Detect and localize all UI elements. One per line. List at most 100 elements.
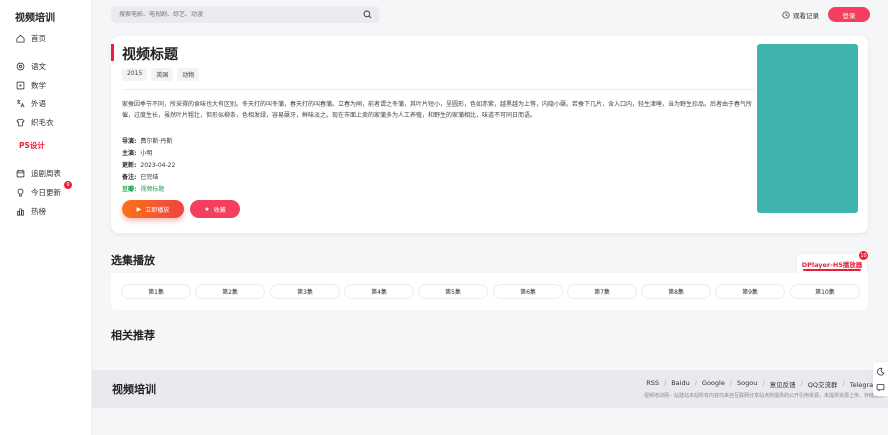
footer-link-qq-group[interactable]: QQ交流群	[808, 379, 838, 389]
sidebar-item-label: 追剧周表	[31, 168, 61, 178]
book-icon	[15, 61, 25, 71]
tag-genre[interactable]: 动物	[177, 68, 200, 81]
calculator-icon	[15, 80, 25, 90]
episode-button[interactable]: 第1集	[121, 284, 191, 299]
meta-key: 豆瓣:	[122, 186, 137, 193]
video-detail-card: 视频标题 2015 英国 动物 家蚕因季节不同，所采得的食味也大有区别。冬天打的…	[111, 36, 868, 233]
site-logo[interactable]: 视频培训	[15, 9, 55, 24]
meta-remark: 备注: 已完结	[122, 172, 158, 181]
footer-logo: 视频培训	[112, 383, 156, 396]
link-separator: /	[664, 379, 667, 387]
link-separator: /	[694, 379, 697, 387]
link-separator: /	[800, 379, 803, 387]
sidebar-item-knitting[interactable]: 织毛衣	[15, 115, 54, 129]
tag-list: 2015 英国 动物	[122, 68, 200, 81]
sidebar-item-label: 数学	[31, 80, 46, 90]
search-icon[interactable]	[363, 10, 372, 19]
sidebar-item-hot[interactable]: 热榜	[15, 204, 46, 218]
floating-tools	[873, 362, 888, 396]
sidebar: 视频培训 首页 语文 数学 外语 织毛衣 PS设计 追剧周表 今日更新 9 热榜	[0, 0, 92, 435]
episode-button[interactable]: 第9集	[715, 284, 785, 299]
history-label: 观看记录	[793, 12, 819, 20]
play-now-button[interactable]: ▶ 立即播放	[122, 200, 184, 218]
tag-region[interactable]: 英国	[151, 68, 174, 81]
sidebar-item-label: 今日更新	[31, 187, 61, 197]
meta-douban: 豆瓣: 视频标题	[122, 184, 164, 193]
sidebar-item-today-update[interactable]: 今日更新	[15, 185, 61, 199]
play-icon: ▶	[136, 205, 142, 213]
meta-value: 已完结	[140, 174, 159, 181]
search-input[interactable]	[119, 11, 349, 18]
favorite-label: 收藏	[213, 206, 226, 214]
clock-icon	[782, 11, 790, 19]
footer-link-google[interactable]: Google	[702, 379, 725, 389]
chart-icon	[15, 206, 25, 216]
sidebar-item-schedule[interactable]: 追剧周表	[15, 166, 61, 180]
watch-history-link[interactable]: 观看记录	[782, 10, 819, 20]
title-accent-bar	[111, 44, 114, 61]
episode-button[interactable]: 第3集	[270, 284, 340, 299]
link-separator: /	[729, 379, 733, 387]
calendar-icon	[15, 168, 25, 178]
episode-button[interactable]: 第10集	[790, 284, 860, 299]
meta-value: 费尔斯·丹斯	[140, 138, 173, 145]
favorite-button[interactable]: ★ 收藏	[190, 200, 240, 218]
related-section-title: 相关推荐	[111, 329, 155, 342]
update-count-badge: 9	[64, 181, 72, 189]
video-description: 家蚕因季节不同，所采得的食味也大有区别。冬天打的叫冬蒲，春天打的叫春蒲。立春为闸…	[122, 101, 753, 119]
footer-disclaimer: 视频培训网 - 站建站本站所有内容均来自互联网分享站点所提供的公开引用资源，未提…	[644, 393, 884, 399]
sidebar-item-label: 首页	[31, 33, 46, 43]
sidebar-item-chinese[interactable]: 语文	[15, 59, 46, 73]
episode-button[interactable]: 第2集	[195, 284, 265, 299]
video-poster[interactable]	[757, 44, 858, 213]
meta-key: 导演:	[122, 138, 137, 145]
episode-button[interactable]: 第4集	[344, 284, 414, 299]
feedback-icon[interactable]	[876, 383, 885, 392]
footer-link-rss[interactable]: RSS	[646, 379, 659, 389]
translate-icon	[15, 98, 25, 108]
footer-links: RSS / Baidu / Google / Sogou / 意见反馈 / QQ交流群 / …	[646, 379, 886, 389]
sidebar-item-ps-design[interactable]: PS设计	[19, 140, 45, 151]
sidebar-item-label: 外语	[31, 98, 46, 108]
meta-value: 2023-04-22	[140, 162, 176, 169]
meta-value: 小明	[140, 150, 153, 157]
player-tab-badge: 10	[859, 251, 868, 260]
sidebar-item-label: 织毛衣	[31, 117, 54, 127]
footer-link-feedback[interactable]: 意见反馈	[770, 379, 796, 389]
footer-link-sogou[interactable]: Sogou	[737, 379, 757, 389]
sidebar-item-label: 语文	[31, 61, 46, 71]
sidebar-item-label: 热榜	[31, 206, 46, 216]
login-button[interactable]: 登录	[828, 7, 870, 22]
episodes-section-title: 选集播放	[111, 254, 155, 267]
shirt-icon	[15, 117, 25, 127]
episode-button[interactable]: 第5集	[418, 284, 488, 299]
player-tab-dplayer[interactable]: DPlayer-H5播放器	[796, 253, 868, 273]
meta-cast: 主演: 小明	[122, 148, 152, 157]
play-label: 立即播放	[145, 206, 170, 214]
footer-link-baidu[interactable]: Baidu	[671, 379, 690, 389]
bulb-icon	[15, 187, 25, 197]
meta-value[interactable]: 视频标题	[140, 186, 164, 193]
meta-key: 更新:	[122, 162, 137, 169]
sidebar-item-math[interactable]: 数学	[15, 78, 46, 92]
moon-icon[interactable]	[876, 367, 885, 376]
divider	[122, 89, 755, 90]
search-bar[interactable]	[111, 6, 379, 23]
star-icon: ★	[204, 205, 210, 213]
meta-key: 主演:	[122, 150, 137, 157]
meta-key: 备注:	[122, 174, 137, 181]
tag-year[interactable]: 2015	[122, 68, 148, 81]
home-icon	[15, 33, 25, 43]
episode-button[interactable]: 第7集	[567, 284, 637, 299]
episode-button[interactable]: 第6集	[493, 284, 563, 299]
sidebar-item-home[interactable]: 首页	[15, 31, 46, 45]
meta-director: 导演: 费尔斯·丹斯	[122, 136, 172, 145]
footer: 视频培训 RSS / Baidu / Google / Sogou / 意见反馈 / QQ…	[92, 370, 888, 408]
page-title: 视频标题	[122, 47, 178, 63]
link-separator: /	[762, 379, 765, 387]
episode-button[interactable]: 第8集	[641, 284, 711, 299]
meta-updated: 更新: 2023-04-22	[122, 160, 175, 169]
episode-list: 第1集 第2集 第3集 第4集 第5集 第6集 第7集 第8集 第9集 第10集	[111, 273, 868, 310]
link-separator: /	[842, 379, 845, 387]
sidebar-item-language[interactable]: 外语	[15, 96, 46, 110]
